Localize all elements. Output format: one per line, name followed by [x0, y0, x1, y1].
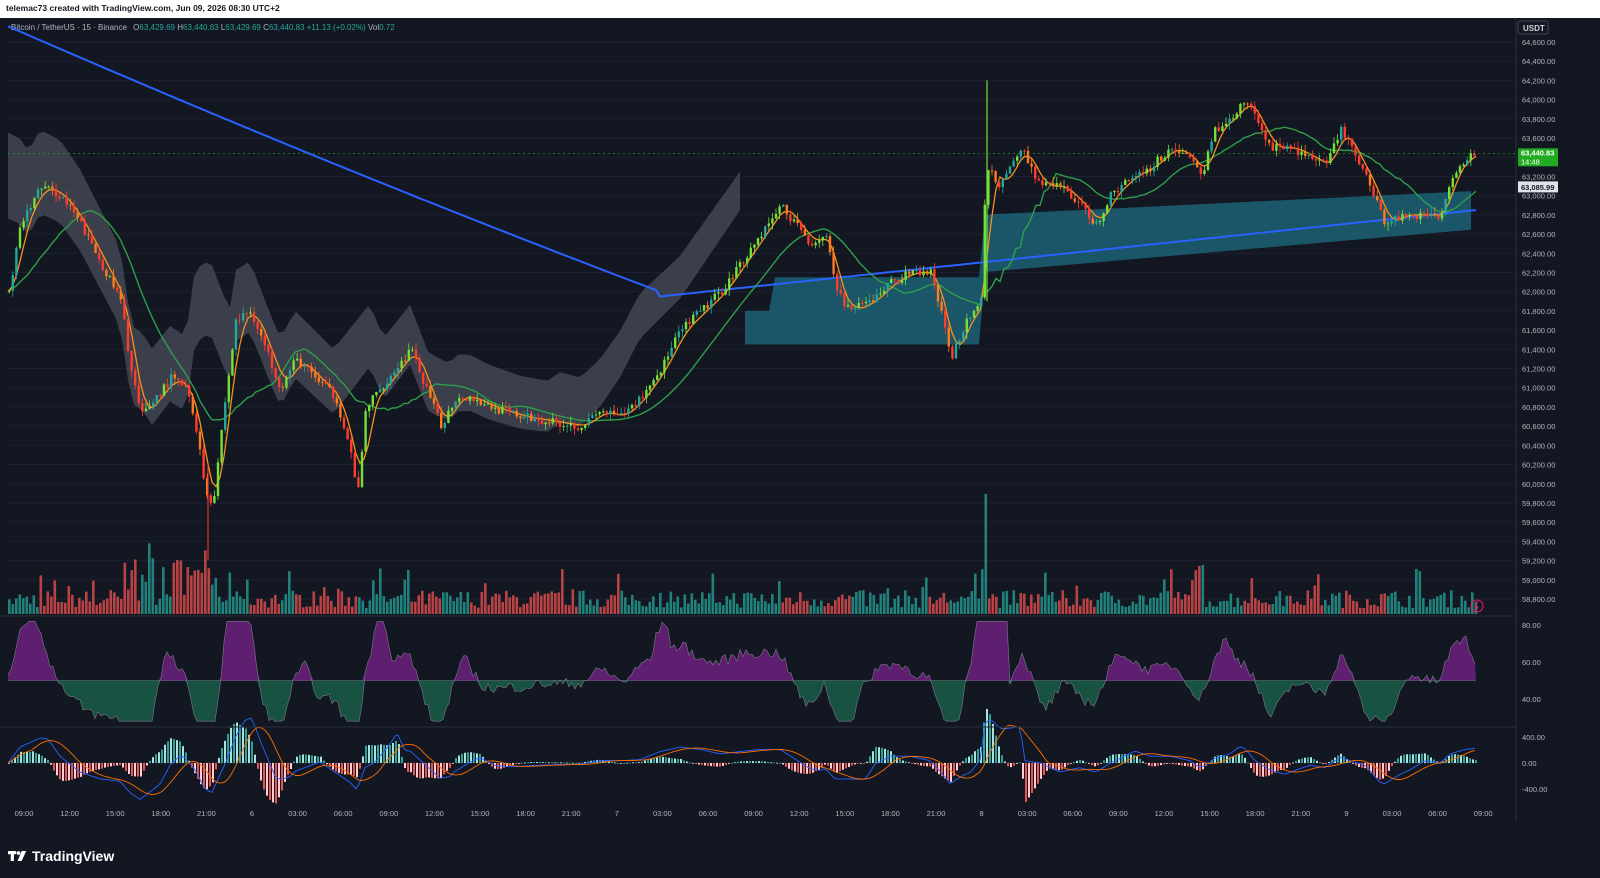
volume-label: Vol	[367, 23, 380, 32]
tradingview-logo[interactable]: TradingView	[8, 848, 114, 864]
brand-name: TradingView	[32, 848, 115, 864]
footer: TradingView	[0, 840, 1600, 878]
open-value: 63,429.69	[139, 23, 175, 32]
symbol-legend: Bitcoin / TetherUS · 15 · Binance O63,42…	[11, 23, 395, 32]
volume-value: 0.72	[379, 23, 395, 32]
change-value: +11.13 (+0.02%)	[306, 23, 366, 32]
high-value: 63,440.83	[183, 23, 219, 32]
tradingview-logo-icon	[8, 850, 27, 861]
chart-area[interactable]	[0, 18, 1600, 840]
chart-credit-bar: telemac73 created with TradingView.com, …	[0, 0, 1600, 18]
symbol-name: Bitcoin / TetherUS · 15 · Binance	[11, 23, 127, 32]
chart-credit: telemac73 created with TradingView.com, …	[6, 3, 280, 13]
close-value: 63,440.83	[268, 23, 305, 32]
low-value: 63,429.69	[225, 23, 261, 32]
